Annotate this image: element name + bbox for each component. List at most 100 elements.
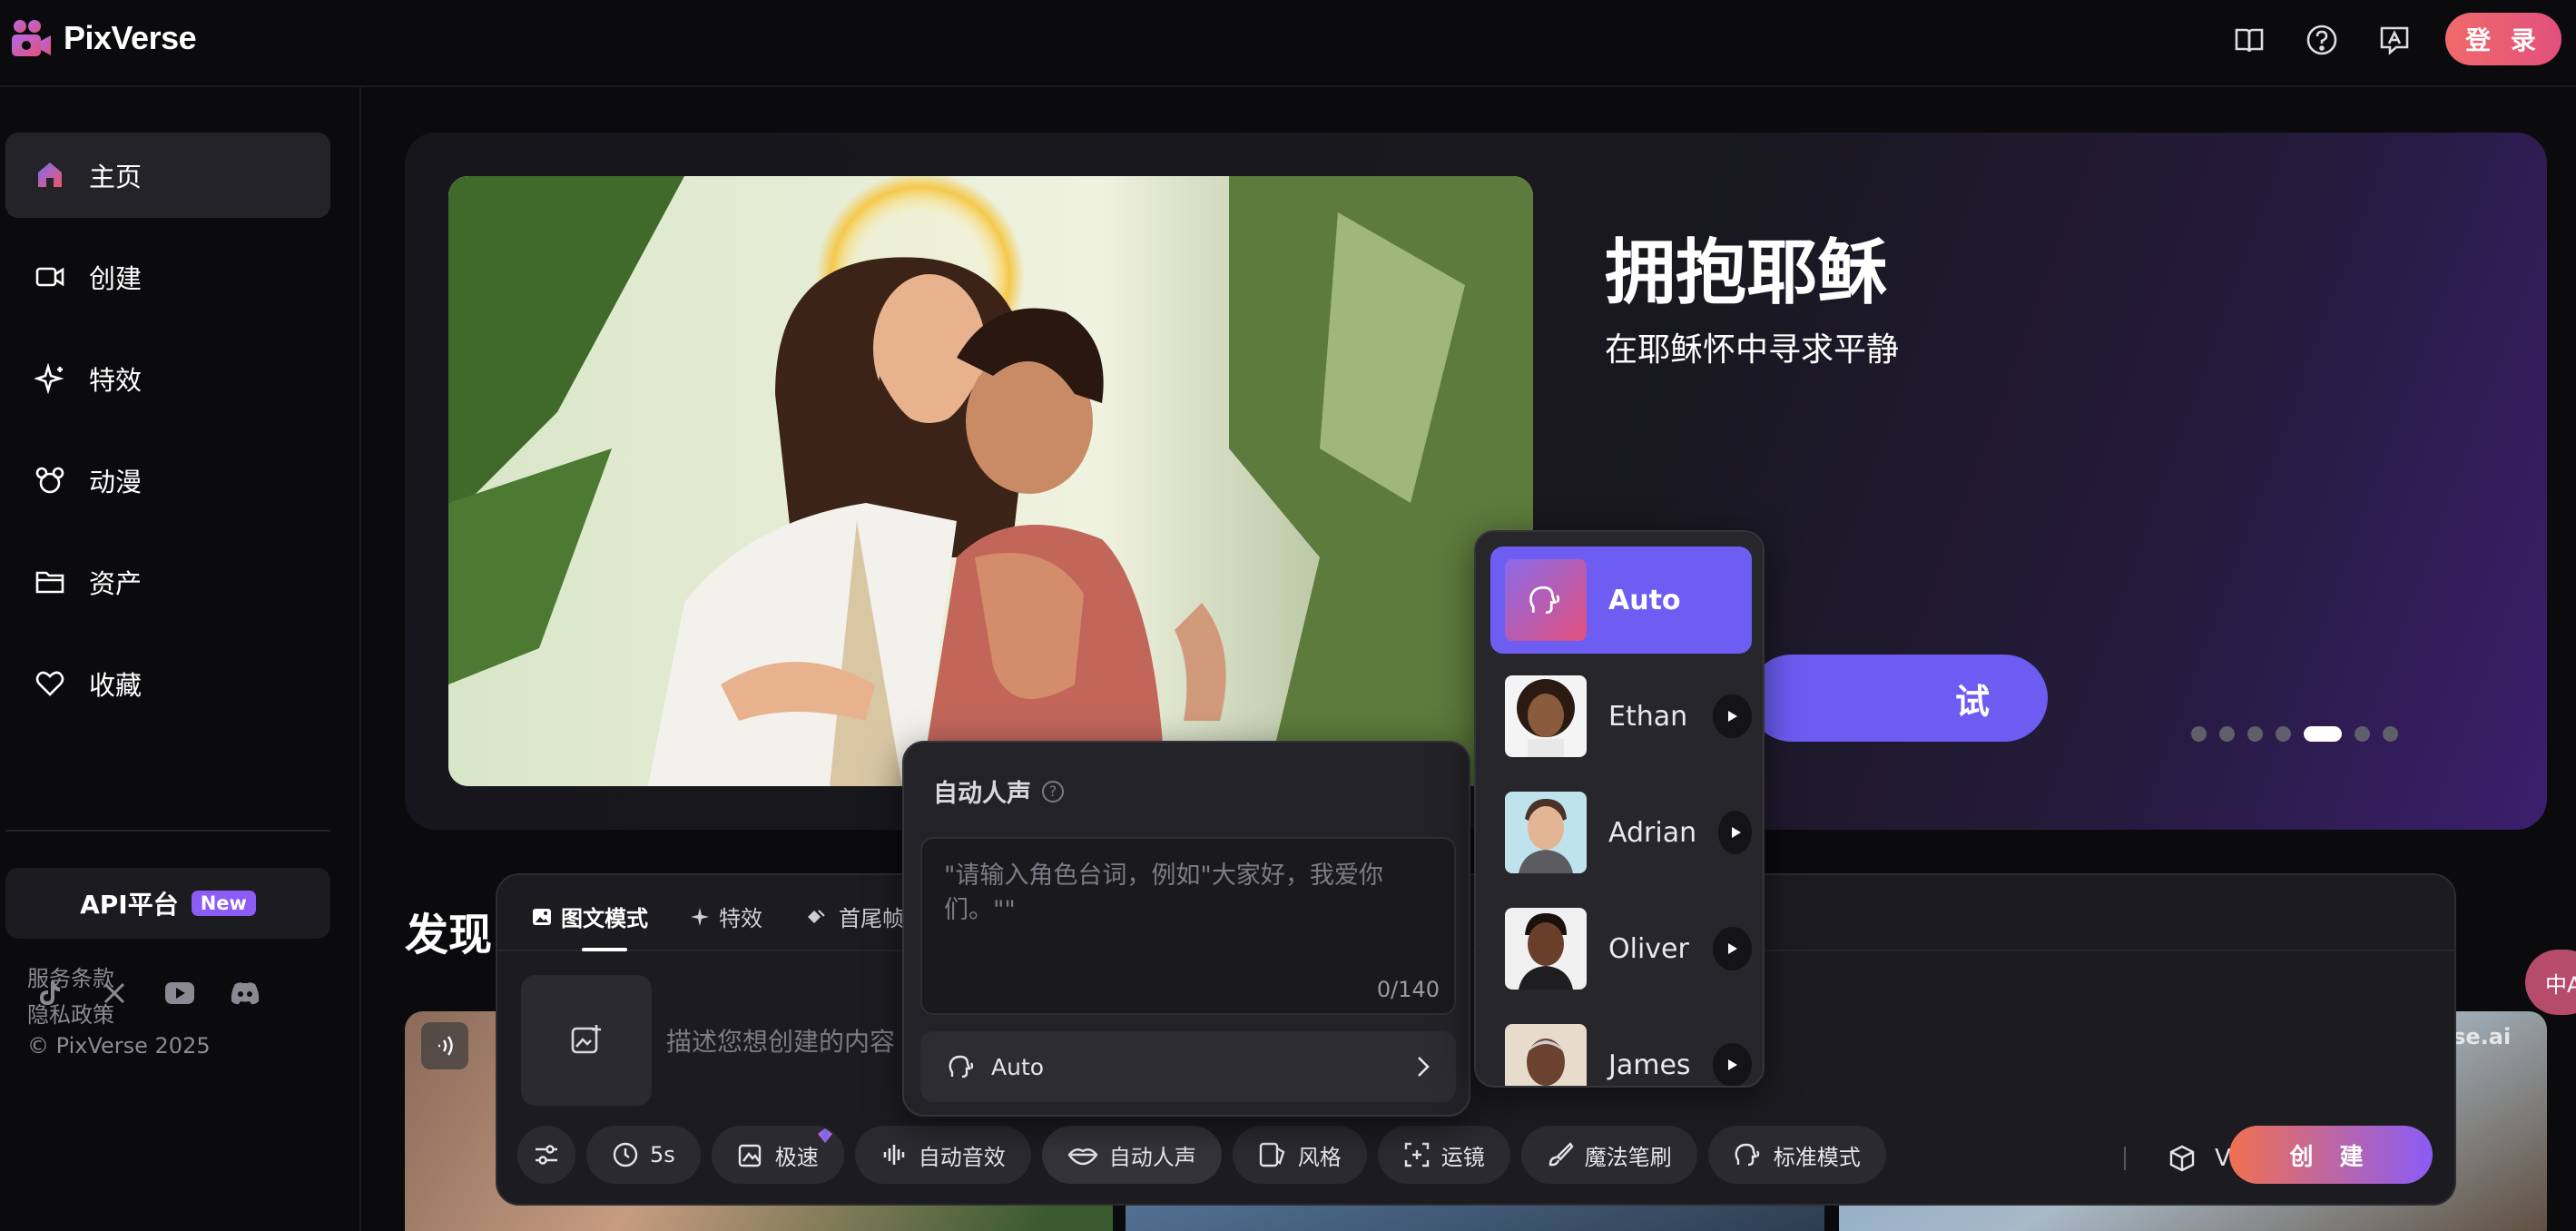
play-icon[interactable] — [1712, 927, 1752, 970]
magic-brush-label: 魔法笔刷 — [1584, 1144, 1672, 1170]
auto-voice-button[interactable]: 自动人声 — [1041, 1126, 1222, 1184]
style-button[interactable]: 风格 — [1232, 1126, 1367, 1184]
tab-label: 图文模式 — [561, 906, 648, 931]
play-icon[interactable] — [1718, 811, 1752, 854]
voice-select[interactable]: Auto — [920, 1031, 1456, 1102]
sound-icon[interactable] — [421, 1022, 468, 1069]
style-icon — [1259, 1142, 1285, 1167]
style-label: 风格 — [1297, 1144, 1342, 1170]
carousel-dot[interactable] — [2219, 726, 2235, 742]
book-icon[interactable] — [2229, 20, 2269, 60]
voice-name: Ethan — [1608, 700, 1688, 733]
mode-label: 标准模式 — [1773, 1144, 1861, 1170]
magic-brush-button[interactable]: 魔法笔刷 — [1520, 1126, 1697, 1184]
camera-motion-icon — [1404, 1142, 1429, 1167]
help-icon[interactable]: ? — [1042, 780, 1064, 803]
logo[interactable]: PixVerse — [9, 16, 197, 60]
sidebar-item-label: 特效 — [89, 365, 143, 396]
carousel-dot[interactable] — [2383, 726, 2398, 742]
hero-title: 拥抱耶稣 — [1605, 232, 1889, 314]
tab-first-last-frame[interactable]: 首尾帧 — [806, 901, 904, 932]
youtube-icon[interactable] — [162, 975, 198, 1011]
sidebar-item-favorites[interactable]: 收藏 — [5, 641, 330, 726]
clock-icon — [613, 1142, 638, 1167]
heart-icon — [33, 666, 67, 701]
camera-motion-button[interactable]: 运镜 — [1377, 1126, 1510, 1184]
create-button[interactable]: 创 建 — [2229, 1126, 2433, 1184]
carousel-dot[interactable] — [2191, 726, 2207, 742]
tab-image-text-mode[interactable]: 图文模式 — [532, 901, 648, 932]
diamond-frames-icon — [808, 909, 825, 923]
image-upload-button[interactable] — [521, 975, 652, 1106]
carousel-dot[interactable] — [2247, 726, 2263, 742]
new-badge: New — [191, 891, 256, 916]
auto-sound-button[interactable]: 自动音效 — [854, 1126, 1031, 1184]
play-icon[interactable] — [1712, 694, 1752, 738]
video-camera-icon — [33, 260, 67, 294]
sidebar-item-home[interactable]: 主页 — [5, 133, 330, 218]
settings-sliders-button[interactable] — [517, 1126, 575, 1184]
dialogue-textarea[interactable]: "请输入角色台词，例如"大家好，我爱你们。"" 0/140 — [920, 837, 1456, 1015]
folder-icon — [33, 565, 67, 599]
sidebar-item-label: 收藏 — [89, 670, 143, 701]
sidebar-item-label: 创建 — [89, 263, 143, 294]
hero-image — [448, 176, 1533, 786]
prompt-input[interactable]: 描述您想创建的内容 — [666, 1022, 895, 1059]
voice-option-ethan[interactable]: Ethan — [1490, 663, 1752, 770]
carousel-dot[interactable] — [2276, 726, 2291, 742]
chevron-right-icon — [1418, 1057, 1430, 1077]
voice-name: Oliver — [1608, 932, 1689, 965]
camera-motion-label: 运镜 — [1440, 1144, 1485, 1170]
cube-icon — [2169, 1145, 2195, 1172]
translate-icon[interactable] — [2374, 20, 2414, 60]
sidebar-item-label: 动漫 — [89, 467, 143, 497]
sidebar: 主页 创建 特效 动漫 资产 收藏 API平台 New 服务条款 隐私政策 © … — [0, 87, 361, 1231]
premium-gem-icon — [817, 1128, 832, 1143]
voice-option-james[interactable]: James — [1490, 1011, 1752, 1086]
popup-title-row: 自动人声 ? — [933, 773, 1064, 809]
auto-sound-label: 自动音效 — [918, 1144, 1006, 1170]
voice-head-icon — [949, 1055, 974, 1078]
copyright: © PixVerse 2025 — [27, 1033, 211, 1059]
duration-button[interactable]: 5s — [586, 1126, 701, 1184]
logo-icon — [9, 16, 53, 60]
sidebar-item-effects[interactable]: 特效 — [5, 336, 330, 421]
auto-voice-popup: 自动人声 ? "请输入角色台词，例如"大家好，我爱你们。"" 0/140 Aut… — [902, 741, 1470, 1117]
sidebar-item-anime[interactable]: 动漫 — [5, 438, 330, 523]
char-count: 0/140 — [1376, 977, 1440, 1002]
language-toggle[interactable]: 中A — [2525, 950, 2576, 1015]
privacy-link[interactable]: 隐私政策 — [27, 997, 114, 1029]
divider — [5, 830, 330, 832]
model-version-selector[interactable]: V4 — [2124, 1144, 2246, 1173]
discover-title: 发现 — [405, 910, 493, 960]
voice-option-oliver[interactable]: Oliver — [1490, 895, 1752, 1002]
top-bar: PixVerse 登 录 — [0, 0, 2576, 87]
discord-icon[interactable] — [227, 975, 263, 1011]
hero-subtitle: 在耶稣怀中寻求平静 — [1605, 331, 1900, 369]
sparkle-icon — [33, 361, 67, 396]
api-platform-button[interactable]: API平台 New — [5, 868, 330, 939]
speed-button[interactable]: 极速 — [711, 1126, 844, 1184]
voice-name: James — [1608, 1049, 1691, 1081]
hero-try-button[interactable]: 试 — [1748, 655, 2048, 742]
avatar — [1505, 792, 1587, 873]
sidebar-item-assets[interactable]: 资产 — [5, 539, 330, 625]
sidebar-item-label: 主页 — [89, 162, 143, 192]
voice-name: Adrian — [1608, 816, 1697, 849]
active-tab-indicator — [582, 948, 627, 951]
mode-button[interactable]: 标准模式 — [1707, 1126, 1886, 1184]
terms-link[interactable]: 服务条款 — [27, 960, 114, 992]
sidebar-item-create[interactable]: 创建 — [5, 234, 330, 320]
voice-head-icon — [1735, 1143, 1759, 1167]
play-icon[interactable] — [1712, 1043, 1752, 1086]
carousel-dot-active[interactable] — [2304, 726, 2342, 742]
composer-toolbar: 5s 极速 自动音效 自动人声 风格 运镜 魔法笔刷 标准模式 — [517, 1126, 1886, 1184]
api-platform-label: API平台 — [80, 890, 179, 920]
voice-option-auto[interactable]: Auto — [1490, 547, 1752, 654]
popup-title: 自动人声 — [933, 780, 1031, 808]
login-button[interactable]: 登 录 — [2445, 13, 2561, 65]
voice-option-adrian[interactable]: Adrian — [1490, 779, 1752, 886]
carousel-dot[interactable] — [2355, 726, 2370, 742]
help-icon[interactable] — [2302, 20, 2342, 60]
tab-effects[interactable]: 特效 — [690, 901, 762, 932]
